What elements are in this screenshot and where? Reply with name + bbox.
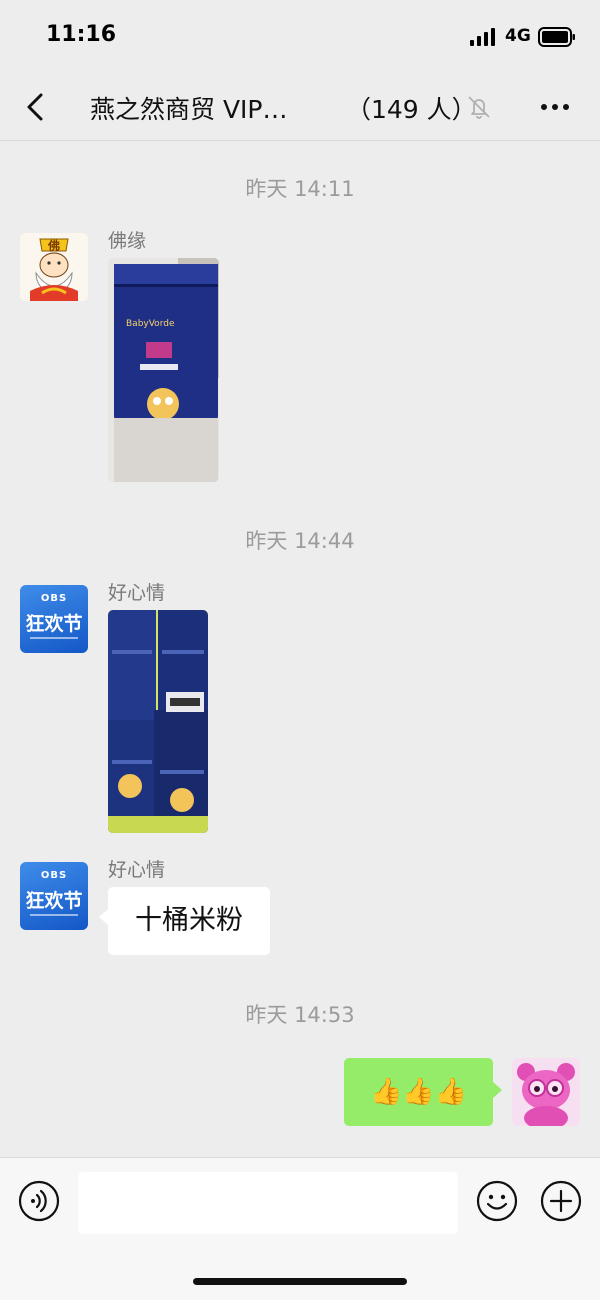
status-time: 11:16 xyxy=(46,22,117,47)
avatar-brand: OBS xyxy=(40,593,68,604)
avatar-brand: OBS xyxy=(40,870,68,881)
network-type: 4G xyxy=(505,26,531,46)
sender-name: 好心情 xyxy=(108,582,166,604)
input-bar xyxy=(0,1157,600,1300)
avatar[interactable]: OBS 狂欢节 xyxy=(20,585,88,653)
voice-icon[interactable] xyxy=(18,1180,60,1222)
chat-title[interactable]: 燕之然商贸 VIP… xyxy=(90,90,288,126)
my-avatar[interactable] xyxy=(512,1058,580,1126)
avatar-text: 狂欢节 xyxy=(25,890,83,912)
image-message[interactable] xyxy=(108,610,208,833)
sender-name: 好心情 xyxy=(108,859,166,881)
home-indicator xyxy=(193,1278,407,1285)
signal-icon xyxy=(470,28,495,46)
battery-icon xyxy=(538,27,575,47)
svg-text:BabyVorde: BabyVorde xyxy=(126,319,175,329)
pink-bear-avatar-icon xyxy=(512,1058,580,1126)
mute-icon xyxy=(468,96,490,119)
avatar[interactable]: OBS 狂欢节 xyxy=(20,862,88,930)
avatar-char: 佛 xyxy=(47,239,60,253)
message-timestamp: 昨天 14:44 xyxy=(245,529,355,553)
text-message[interactable]: 十桶米粉 xyxy=(99,887,270,955)
emoji-message[interactable]: 👍👍👍 xyxy=(344,1058,502,1126)
message-timestamp: 昨天 14:53 xyxy=(245,1003,355,1027)
formula-can-photo: BabyVorde xyxy=(108,258,219,482)
plus-icon[interactable] xyxy=(540,1180,582,1222)
stacked-cans-photo xyxy=(108,610,208,833)
avatar-line xyxy=(30,914,78,916)
image-message[interactable]: BabyVorde xyxy=(108,258,219,482)
avatar[interactable]: 佛 xyxy=(20,233,88,301)
member-count: （149 人） xyxy=(346,95,477,124)
chat-header: 燕之然商贸 VIP… （149 人） xyxy=(0,72,600,141)
message-input[interactable] xyxy=(78,1172,458,1234)
emoji-icon[interactable] xyxy=(476,1180,518,1222)
avatar-line xyxy=(30,637,78,639)
sender-name: 佛缘 xyxy=(108,230,147,252)
status-bar: 11:16 4G xyxy=(0,0,600,72)
avatar-text: 狂欢节 xyxy=(25,613,83,635)
message-timestamp: 昨天 14:11 xyxy=(245,177,355,201)
back-icon[interactable] xyxy=(22,90,52,124)
more-icon[interactable] xyxy=(538,92,572,122)
emoji-text: 👍👍👍 xyxy=(369,1077,468,1107)
